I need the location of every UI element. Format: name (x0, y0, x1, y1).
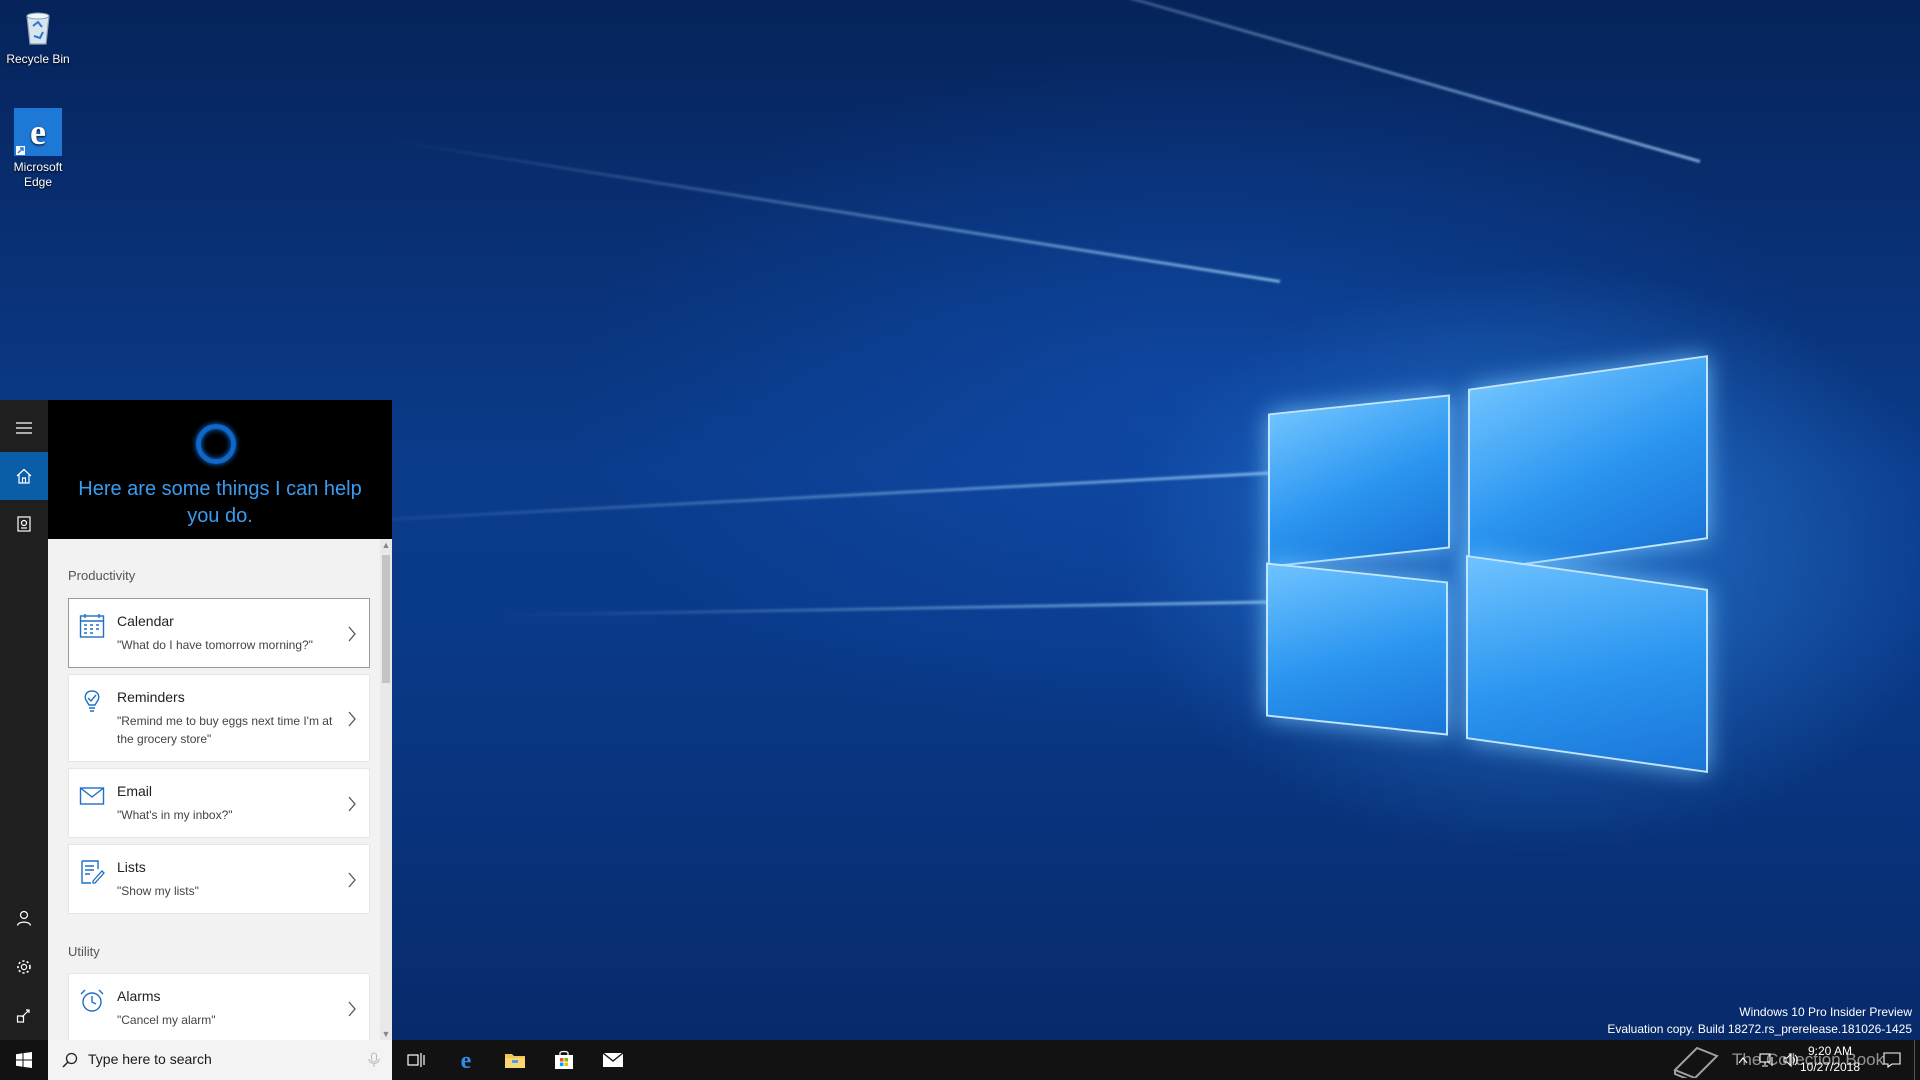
scroll-thumb[interactable] (382, 555, 390, 683)
card-lists[interactable]: Lists "Show my lists" (68, 844, 370, 914)
scroll-up-arrow[interactable]: ▲ (380, 539, 392, 551)
card-title: Reminders (117, 689, 185, 705)
notebook-icon (17, 516, 31, 532)
clock-time: 9:20 AM (1807, 1044, 1853, 1058)
cortana-header: Here are some things I can help you do. (48, 400, 392, 539)
alarm-icon (79, 988, 105, 1014)
scrollbar[interactable]: ▲ ▼ (380, 539, 392, 1040)
scroll-down-arrow[interactable]: ▼ (380, 1028, 392, 1040)
watermark-build: Evaluation copy. Build 18272.rs_prerelea… (1607, 1022, 1912, 1036)
account-button[interactable] (0, 894, 48, 942)
logo-pane (1268, 394, 1450, 568)
card-subtitle: "Remind me to buy eggs next time I'm at … (117, 714, 333, 746)
logo-pane (1266, 562, 1448, 736)
card-email[interactable]: Email "What's in my inbox?" (68, 768, 370, 838)
section-heading: Utility (68, 944, 100, 959)
settings-button[interactable] (0, 943, 48, 991)
svg-text:e: e (30, 112, 46, 152)
book-icon (1673, 1046, 1719, 1078)
cortana-rail (0, 400, 48, 1040)
taskbar-search-box[interactable]: Type here to search (48, 1040, 392, 1080)
card-subtitle: "Cancel my alarm" (117, 1013, 216, 1027)
card-title: Calendar (117, 613, 174, 629)
taskbar-file-explorer-button[interactable] (491, 1040, 539, 1080)
taskbar-edge-button[interactable]: e (442, 1040, 490, 1080)
start-button[interactable] (0, 1040, 48, 1080)
microphone-icon[interactable] (368, 1052, 380, 1068)
chevron-up-icon (1738, 1057, 1748, 1064)
mail-icon (79, 783, 105, 809)
feedback-button[interactable] (0, 992, 48, 1040)
light-beam (500, 600, 1301, 617)
cortana-panel: Here are some things I can help you do. … (0, 400, 392, 1040)
windows-start-icon (16, 1052, 32, 1068)
card-subtitle: "Show my lists" (117, 884, 199, 898)
hamburger-icon (16, 422, 32, 434)
card-reminders[interactable]: Reminders "Remind me to buy eggs next ti… (68, 674, 370, 762)
taskbar-store-button[interactable] (540, 1040, 588, 1080)
network-button[interactable] (1756, 1040, 1778, 1080)
search-placeholder: Type here to search (88, 1051, 212, 1067)
card-title: Email (117, 783, 153, 799)
logo-pane (1468, 355, 1708, 573)
light-beam (390, 139, 1281, 283)
desktop-icon-label: Recycle Bin (6, 52, 70, 66)
chevron-right-icon (348, 1001, 356, 1017)
taskbar-mail-button[interactable] (589, 1040, 637, 1080)
light-beam (738, 0, 1701, 163)
cortana-ring-icon (196, 424, 236, 464)
network-icon (1759, 1053, 1773, 1067)
logo-pane (1466, 554, 1708, 774)
list-icon (79, 859, 105, 885)
cortana-suggestions-list: Productivity Calendar "What do I have to… (48, 539, 392, 1040)
card-title: Lists (117, 859, 146, 875)
card-subtitle: "What's in my inbox?" (117, 808, 233, 822)
search-icon (62, 1052, 78, 1068)
notebook-button[interactable] (0, 500, 48, 548)
settings-icon (17, 960, 31, 974)
show-hidden-icons-button[interactable] (1732, 1040, 1754, 1080)
edge-icon: e (14, 108, 62, 156)
cortana-headline: Here are some things I can help you do. (78, 478, 362, 527)
card-title: Alarms (117, 988, 161, 1004)
section-heading: Productivity (68, 568, 136, 583)
home-button[interactable] (0, 452, 48, 500)
card-calendar[interactable]: Calendar "What do I have tomorrow mornin… (68, 598, 370, 668)
show-desktop-button[interactable] (1914, 1040, 1920, 1080)
calendar-icon (79, 613, 105, 639)
desktop-icon-microsoft-edge[interactable]: e Microsoft Edge (0, 108, 76, 190)
collection-book-logo (1668, 1040, 1724, 1080)
notification-icon (1883, 1052, 1901, 1068)
mail-icon (602, 1052, 624, 1067)
chevron-right-icon (348, 872, 356, 888)
desktop-icon-recycle-bin[interactable]: Recycle Bin (0, 8, 76, 67)
chevron-right-icon (348, 796, 356, 812)
store-icon (555, 1050, 573, 1069)
account-icon (16, 910, 32, 926)
action-center-button[interactable] (1870, 1040, 1914, 1080)
home-icon (16, 468, 32, 484)
card-alarms[interactable]: Alarms "Cancel my alarm" (68, 973, 370, 1040)
card-subtitle: "What do I have tomorrow morning?" (117, 638, 313, 652)
reminder-icon (79, 689, 105, 715)
desktop-icon-label: Microsoft Edge (13, 160, 63, 189)
edge-icon: e (461, 1049, 472, 1071)
chevron-right-icon (348, 711, 356, 727)
task-view-button[interactable] (392, 1040, 440, 1080)
file-explorer-icon (505, 1054, 525, 1068)
build-watermark: Windows 10 Pro Insider Preview Evaluatio… (1607, 1004, 1912, 1038)
task-view-icon (407, 1053, 425, 1067)
chevron-right-icon (348, 626, 356, 642)
hamburger-menu-button[interactable] (0, 404, 48, 452)
clock-date: 10/27/2018 (1799, 1060, 1861, 1074)
windows-logo (1262, 346, 1710, 786)
taskbar: Type here to search e The Collection Boo… (0, 1040, 1920, 1080)
recycle-bin-icon (18, 8, 58, 48)
watermark-edition: Windows 10 Pro Insider Preview (1739, 1005, 1912, 1019)
feedback-icon (16, 1009, 30, 1023)
svg-text:e: e (461, 1049, 472, 1071)
light-beam (301, 470, 1301, 526)
taskbar-clock[interactable]: 9:20 AM 10/27/2018 (1792, 1043, 1868, 1075)
